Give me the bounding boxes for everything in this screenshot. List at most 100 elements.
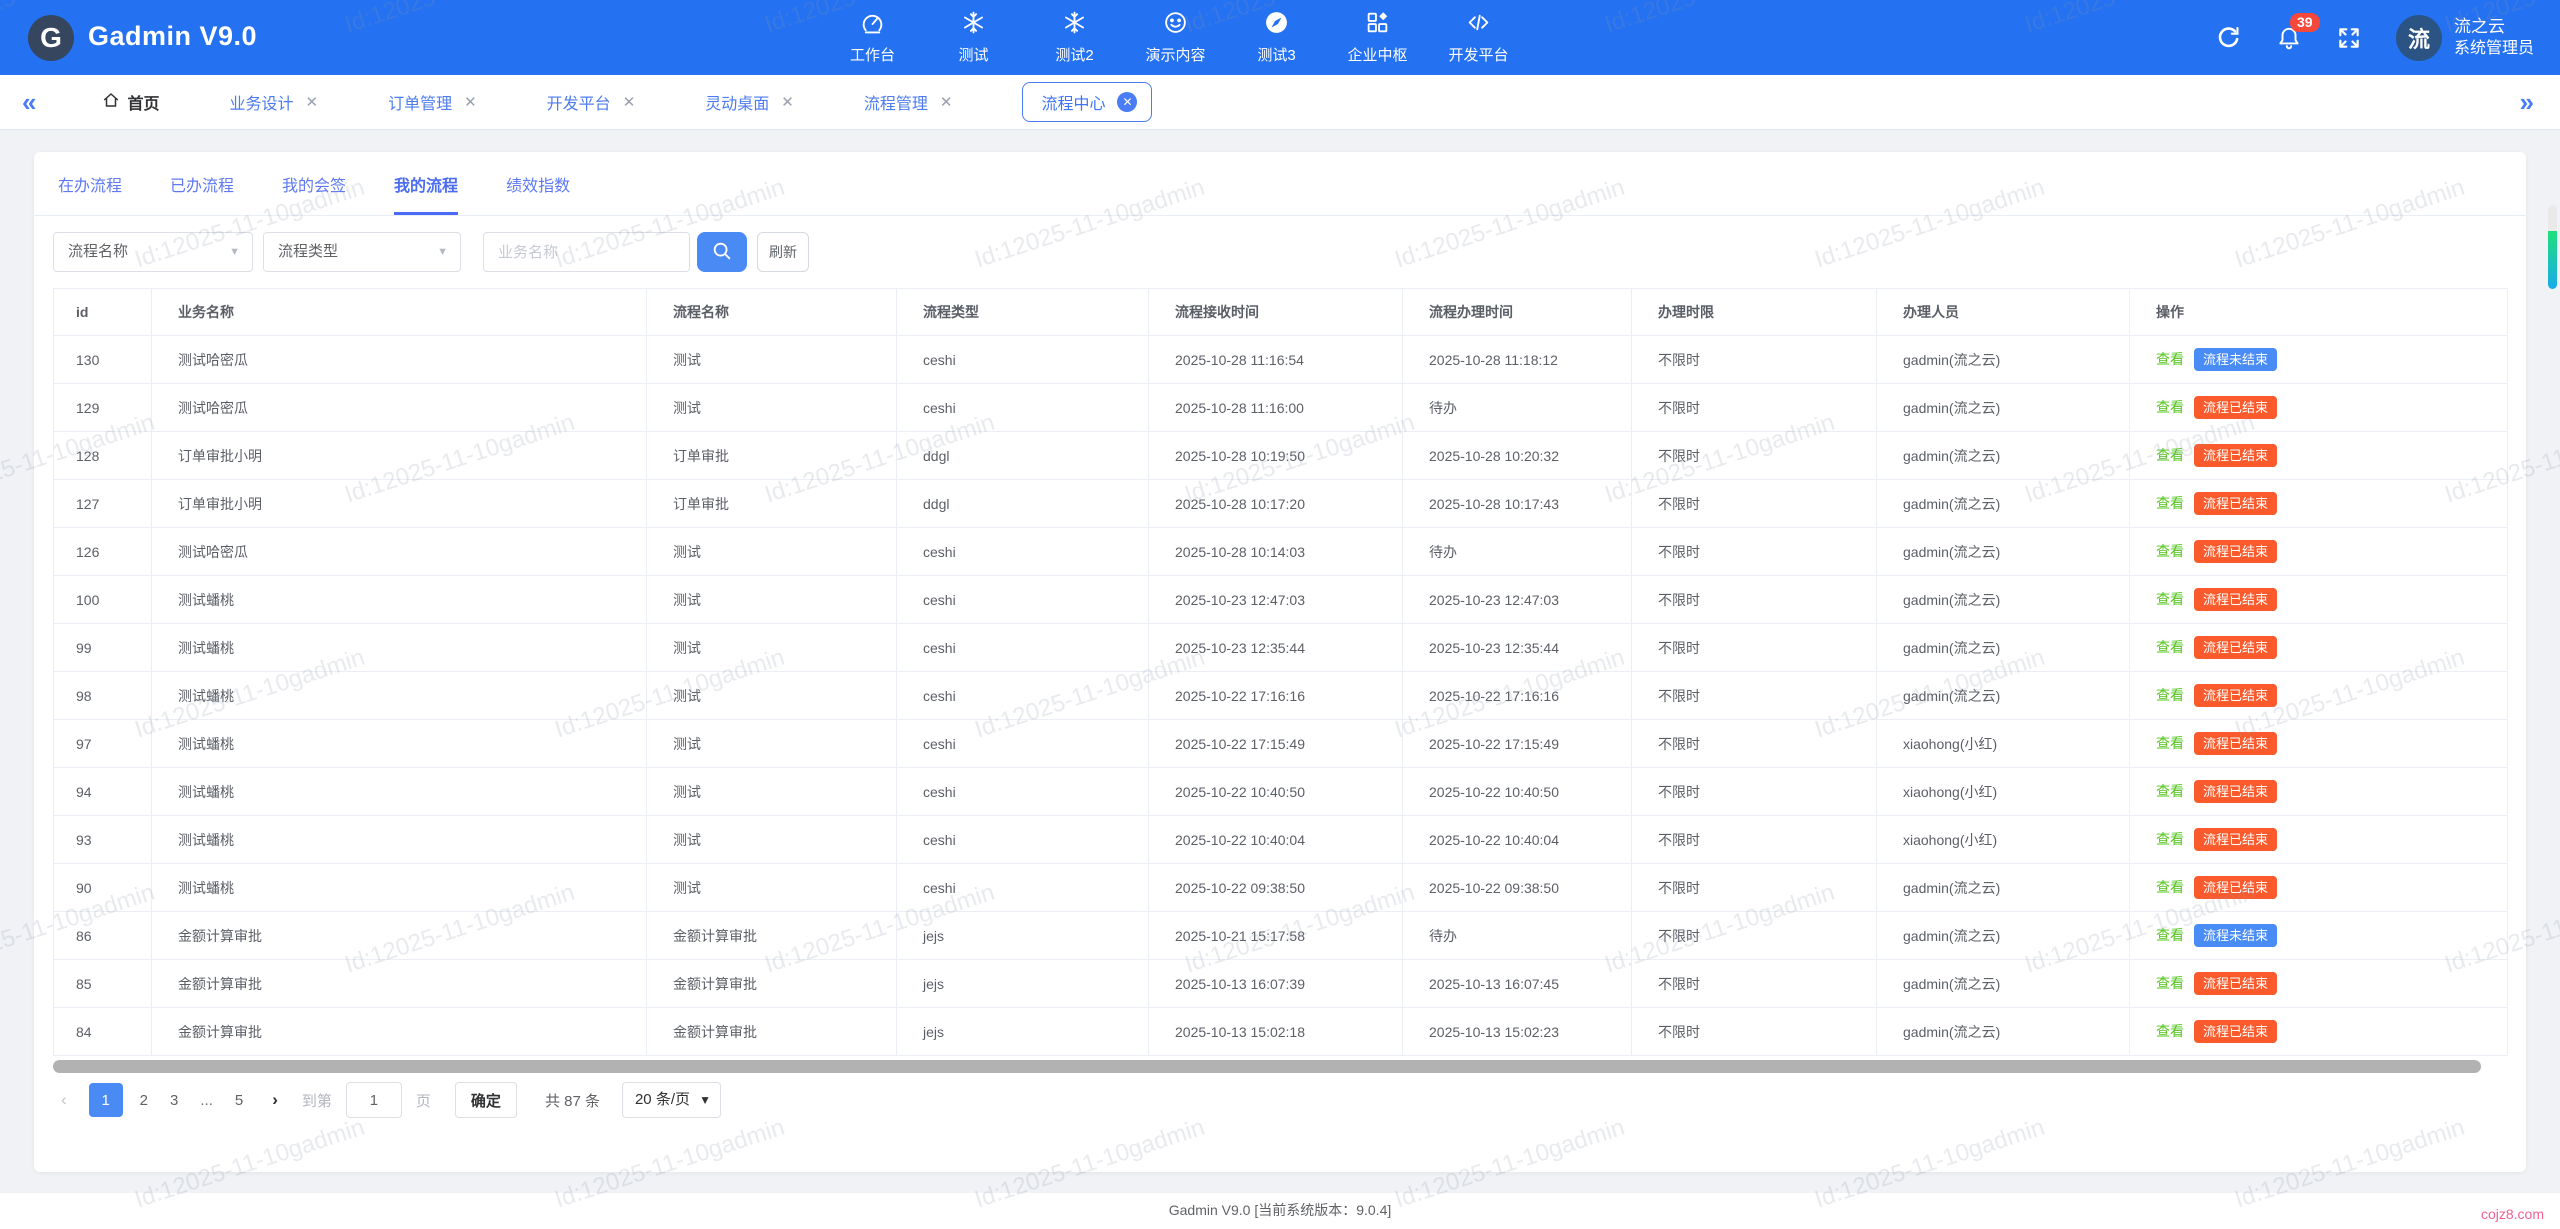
- tabs-scroll-left-icon[interactable]: «: [22, 87, 36, 118]
- cell-handler: gadmin(流之云): [1877, 432, 2130, 480]
- nav-item-dev-platform[interactable]: 开发平台: [1428, 0, 1529, 75]
- view-link[interactable]: 查看: [2156, 927, 2184, 943]
- fullscreen-icon[interactable]: [2336, 25, 2362, 51]
- page-number[interactable]: 3: [170, 1092, 178, 1109]
- table-row: 126测试哈密瓜测试ceshi2025-10-28 10:14:03待办不限时g…: [54, 528, 2508, 576]
- view-link[interactable]: 查看: [2156, 447, 2184, 463]
- view-link[interactable]: 查看: [2156, 783, 2184, 799]
- view-link[interactable]: 查看: [2156, 399, 2184, 415]
- smiley-icon: [1163, 10, 1188, 40]
- nav-label: 企业中枢: [1347, 44, 1407, 65]
- tab-label: 订单管理: [388, 90, 452, 114]
- table-body: 130测试哈密瓜测试ceshi2025-10-28 11:16:542025-1…: [54, 336, 2508, 1056]
- view-link[interactable]: 查看: [2156, 543, 2184, 559]
- view-link[interactable]: 查看: [2156, 639, 2184, 655]
- page-size-select[interactable]: 20 条/页 ▼: [622, 1082, 721, 1118]
- status-badge: 流程未结束: [2194, 348, 2277, 371]
- snowflake-icon: [961, 10, 986, 40]
- flow-type-select[interactable]: 流程类型 ▼: [263, 232, 461, 272]
- cell-biz-name: 测试蟠桃: [152, 768, 647, 816]
- search-button[interactable]: [697, 232, 747, 272]
- avatar-text: 流: [2408, 22, 2430, 54]
- tab-item[interactable]: 灵动桌面✕: [705, 90, 794, 114]
- user-avatar[interactable]: 流: [2396, 15, 2442, 61]
- prev-page-icon[interactable]: ‹: [61, 1090, 67, 1110]
- subtab-performance[interactable]: 绩效指数: [506, 152, 570, 215]
- table-row: 94测试蟠桃测试ceshi2025-10-22 10:40:502025-10-…: [54, 768, 2508, 816]
- cell-actions: 查看流程已结束: [2130, 672, 2508, 720]
- nav-label: 测试: [958, 44, 988, 65]
- nav-item-test2[interactable]: 测试2: [1024, 0, 1125, 75]
- page-number-active[interactable]: 1: [89, 1083, 123, 1117]
- notification-bell-icon[interactable]: 39: [2276, 25, 2302, 51]
- tabs-scroll-right-icon[interactable]: »: [2520, 87, 2534, 118]
- cell-id: 130: [54, 336, 152, 384]
- table-row: 127订单审批小明订单审批ddgl2025-10-28 10:17:202025…: [54, 480, 2508, 528]
- view-link[interactable]: 查看: [2156, 351, 2184, 367]
- view-link[interactable]: 查看: [2156, 687, 2184, 703]
- nav-item-workbench[interactable]: 工作台: [822, 0, 923, 75]
- view-link[interactable]: 查看: [2156, 735, 2184, 751]
- user-info[interactable]: 流之云 系统管理员: [2454, 16, 2534, 59]
- subtab-my-processes[interactable]: 我的流程: [394, 152, 458, 215]
- tab-item[interactable]: 业务设计 ✕: [229, 90, 318, 114]
- compass-icon: [1264, 10, 1289, 40]
- horizontal-scrollbar[interactable]: [53, 1060, 2481, 1073]
- flow-name-select[interactable]: 流程名称 ▼: [53, 232, 253, 272]
- view-link[interactable]: 查看: [2156, 831, 2184, 847]
- close-icon[interactable]: ✕: [623, 93, 636, 111]
- table-row: 130测试哈密瓜测试ceshi2025-10-28 11:16:542025-1…: [54, 336, 2508, 384]
- nav-item-enterprise-hub[interactable]: 企业中枢: [1327, 0, 1428, 75]
- goto-page-input[interactable]: [346, 1082, 402, 1118]
- view-link[interactable]: 查看: [2156, 1023, 2184, 1039]
- app-logo[interactable]: G: [28, 15, 74, 61]
- view-link[interactable]: 查看: [2156, 879, 2184, 895]
- app-title: Gadmin V9.0: [88, 21, 257, 52]
- view-link[interactable]: 查看: [2156, 495, 2184, 511]
- col-flow-type: 流程类型: [897, 289, 1149, 336]
- cell-received-time: 2025-10-22 10:40:04: [1149, 816, 1403, 864]
- tab-item[interactable]: 订单管理 ✕: [388, 90, 477, 114]
- tab-label: 业务设计: [229, 90, 293, 114]
- tab-item[interactable]: 开发平台✕: [547, 90, 636, 114]
- cell-flow-name: 订单审批: [647, 432, 897, 480]
- cell-handler: gadmin(流之云): [1877, 960, 2130, 1008]
- tab-label: 流程管理: [864, 90, 928, 114]
- vertical-scrollbar[interactable]: [2548, 205, 2557, 289]
- biz-name-input[interactable]: [483, 232, 690, 272]
- cell-handler: xiaohong(小红): [1877, 816, 2130, 864]
- close-icon[interactable]: ✕: [940, 93, 953, 111]
- refresh-icon[interactable]: [2216, 25, 2242, 51]
- subtab-done[interactable]: 已办流程: [170, 152, 234, 215]
- close-icon[interactable]: ✕: [781, 93, 794, 111]
- view-link[interactable]: 查看: [2156, 975, 2184, 991]
- page-number[interactable]: 2: [140, 1092, 148, 1109]
- refresh-list-button[interactable]: 刷新: [757, 232, 809, 272]
- cell-biz-name: 测试蟠桃: [152, 672, 647, 720]
- close-icon[interactable]: ✕: [1117, 92, 1137, 112]
- nav-label: 开发平台: [1448, 44, 1508, 65]
- cell-deadline: 不限时: [1632, 480, 1877, 528]
- nav-item-test[interactable]: 测试: [923, 0, 1024, 75]
- tab-home[interactable]: 首页: [102, 90, 159, 114]
- cell-actions: 查看流程已结束: [2130, 864, 2508, 912]
- dashboard-icon: [860, 10, 885, 40]
- close-icon[interactable]: ✕: [464, 93, 477, 111]
- view-link[interactable]: 查看: [2156, 591, 2184, 607]
- tab-item[interactable]: 流程管理 ✕: [864, 90, 953, 114]
- nav-item-demo-content[interactable]: 演示内容: [1125, 0, 1226, 75]
- goto-confirm-button[interactable]: 确定: [455, 1082, 517, 1118]
- cell-id: 100: [54, 576, 152, 624]
- subtab-countersign[interactable]: 我的会签: [282, 152, 346, 215]
- cell-biz-name: 测试蟠桃: [152, 576, 647, 624]
- page-number[interactable]: 5: [235, 1092, 243, 1109]
- cell-flow-name: 测试: [647, 384, 897, 432]
- subtab-pending[interactable]: 在办流程: [58, 152, 122, 215]
- next-page-icon[interactable]: ›: [272, 1090, 278, 1110]
- tab-item-active[interactable]: 流程中心 ✕: [1022, 82, 1152, 122]
- corner-watermark-link[interactable]: cojz8.com: [2481, 1206, 2544, 1222]
- close-icon[interactable]: ✕: [306, 93, 319, 111]
- pagination: ‹ 1 2 3 ... 5 › 到第 页 确定 共 87 条 20 条/页 ▼: [53, 1078, 721, 1122]
- nav-item-test3[interactable]: 测试3: [1226, 0, 1327, 75]
- col-biz-name: 业务名称: [152, 289, 647, 336]
